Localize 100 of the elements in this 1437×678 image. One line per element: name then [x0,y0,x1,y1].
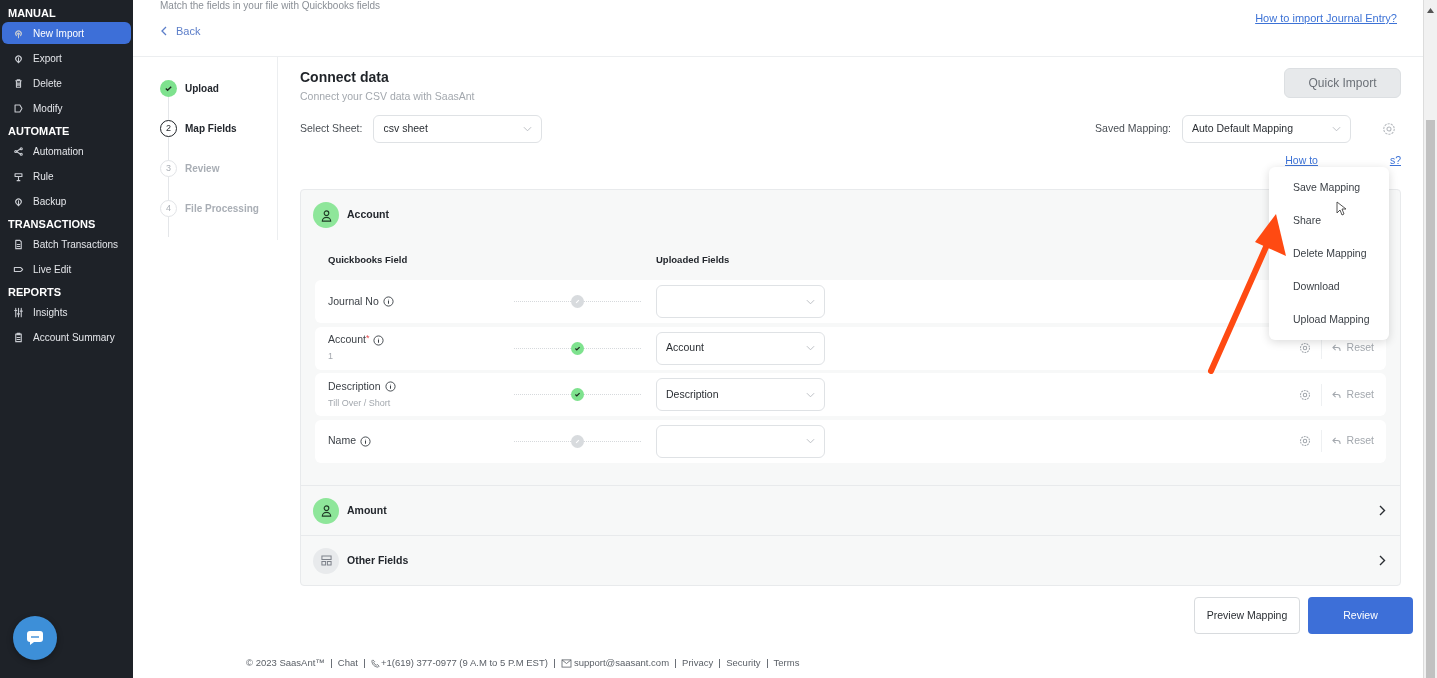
section-title: Connect data [300,69,390,86]
step-label[interactable]: Map Fields [185,120,237,137]
undo-icon [1331,344,1341,352]
section-heading: MANUAL [7,6,57,21]
field-name: Name [328,433,356,449]
chevron-right-icon[interactable] [1379,555,1386,566]
caret-up-icon [1427,8,1434,13]
sidebar-item[interactable]: Insights [2,301,131,323]
uploaded-field-select[interactable] [656,285,825,318]
chevron-down-icon [1332,126,1341,132]
sidebar-item[interactable]: Live Edit [2,258,131,280]
footer-link[interactable]: Chat [337,656,358,671]
envelope-icon [560,658,572,668]
section-heading: Other Fields [347,552,409,568]
footer-link[interactable]: Terms [773,656,800,671]
person-icon [319,504,333,517]
chevron-down-icon [806,391,815,398]
chat-bubble-icon [26,630,44,646]
download-icon [13,52,24,64]
uploaded-field-select[interactable]: Description [656,378,825,411]
section-subtitle: Connect your CSV data with SaasAnt [300,89,475,104]
mapping-select[interactable]: Auto Default Mapping [1182,115,1351,143]
sidebar-item[interactable]: Batch Transactions [2,233,131,255]
preview-mapping-button[interactable]: Preview Mapping [1194,597,1300,634]
field-hint: Till Over / Short [328,396,392,410]
settings-icon[interactable] [1298,435,1311,447]
phone-link[interactable]: +1(619) 377-0977 (9 A.M to 5 P.M EST) [370,656,548,671]
field-label: Saved Mapping: [1095,121,1171,137]
sidebar-item[interactable]: Rule [2,165,131,187]
grid-icon [320,555,332,566]
info-icon [382,296,394,307]
settings-icon[interactable] [1298,388,1311,401]
quick-import-button[interactable]: Quick Import [1284,68,1401,98]
menu-item[interactable]: Upload Mapping [1269,303,1389,336]
chevron-down-icon [806,438,815,444]
section-heading: Amount [347,502,387,518]
undo-icon [1331,437,1341,445]
section-heading: AUTOMATE [7,124,71,139]
help-link[interactable]: How to import Journal Entry? [1255,10,1397,27]
sheet-select[interactable]: csv sheet [373,115,543,143]
menu-item[interactable]: Download [1269,270,1389,303]
cursor-icon [1336,201,1346,216]
settings-icon[interactable] [1298,342,1311,354]
step-number: 3 [160,160,177,177]
section-heading: Account [347,207,389,223]
column-header: Quickbooks Field [327,252,409,267]
field-name: Journal No [328,293,379,309]
email-link[interactable]: support@saasant.com [560,656,670,671]
section-heading: REPORTS [7,285,63,300]
info-icon [373,334,385,346]
sidebar-item[interactable]: Automation [2,140,131,162]
sliders-icon [13,306,24,318]
trash-icon [13,77,24,89]
sidebar-item[interactable]: New Import [2,22,131,44]
check-icon [164,84,173,93]
info-icon [384,381,396,393]
sidebar-item[interactable]: Delete [2,72,131,94]
review-button[interactable]: Review [1308,597,1413,634]
field-label: Select Sheet: [300,121,363,137]
chevron-right-icon[interactable] [1379,505,1386,516]
menu-item[interactable]: Save Mapping [1269,171,1389,204]
sidebar-item[interactable]: Export [2,47,131,69]
section-heading: TRANSACTIONS [7,217,97,232]
help-link[interactable]: s? [1389,153,1401,169]
field-name: Account [328,332,366,348]
chevron-down-icon [806,298,815,305]
sidebar-item[interactable]: Account Summary [2,326,131,348]
uploaded-field-select[interactable]: Account [656,331,825,365]
footer-link[interactable]: Privacy [682,656,714,671]
page-subtitle: Match the fields in your file with Quickbooks fields [160,0,381,11]
step-number: 4 [160,200,177,217]
menu-item[interactable]: Delete Mapping [1269,237,1389,270]
step-number: 2 [160,120,177,137]
sidebar-item[interactable]: Modify [2,97,131,119]
upload-icon [13,27,24,39]
footer-link[interactable]: Security [726,656,761,671]
document-icon [13,102,24,114]
copyright-text: © 2023 SaasAnt™ [246,656,325,670]
required-mark: * [365,331,370,345]
chevron-down-icon [523,126,533,132]
field-hint: 1 [328,350,334,364]
clipboard-icon [13,331,24,343]
chevron-left-icon [160,26,168,37]
document-icon [13,238,24,250]
settings-icon[interactable] [1382,122,1396,136]
sidebar-item[interactable]: Backup [2,190,131,212]
scrollbar[interactable] [1423,0,1437,678]
back-link[interactable]: Back [160,23,201,40]
phone-icon [370,658,380,668]
help-link[interactable]: How to [1285,153,1318,169]
chevron-down-icon [806,345,815,351]
download-icon [13,195,24,207]
field-name: Description [328,378,381,394]
uploaded-field-select[interactable] [656,424,825,458]
share-nodes-icon [13,145,24,157]
person-icon [319,208,333,222]
column-header: Uploaded Fields [656,252,730,267]
signpost-icon [13,170,24,182]
undo-icon [1331,390,1341,399]
step-label[interactable]: Upload [185,80,219,97]
